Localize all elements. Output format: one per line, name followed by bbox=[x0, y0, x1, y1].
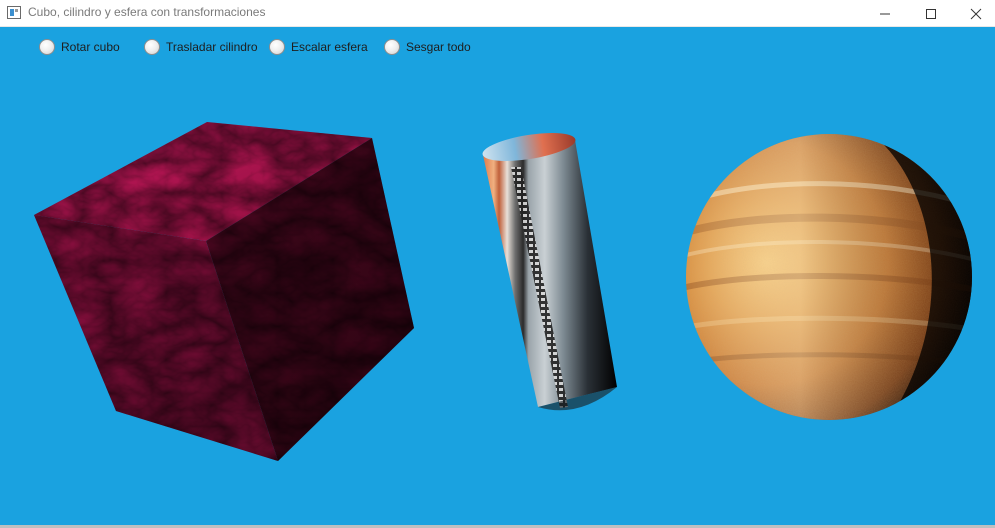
3d-scene: Rotar cubo Trasladar cilindro Escalar es… bbox=[0, 27, 995, 525]
close-button[interactable] bbox=[953, 0, 995, 27]
window-title: Cubo, cilindro y esfera con transformaci… bbox=[28, 5, 266, 19]
sphere-shape bbox=[686, 134, 972, 420]
close-icon bbox=[970, 8, 982, 20]
app-window: Cubo, cilindro y esfera con transformaci… bbox=[0, 0, 995, 528]
cylinder-shape bbox=[482, 133, 617, 411]
minimize-icon bbox=[880, 13, 890, 15]
maximize-button[interactable] bbox=[908, 0, 954, 27]
minimize-button[interactable] bbox=[862, 0, 908, 27]
app-icon bbox=[7, 6, 21, 19]
cube-shape bbox=[34, 122, 414, 461]
title-bar[interactable]: Cubo, cilindro y esfera con transformaci… bbox=[0, 0, 995, 27]
shapes-canvas bbox=[34, 122, 972, 461]
maximize-icon bbox=[926, 9, 936, 19]
